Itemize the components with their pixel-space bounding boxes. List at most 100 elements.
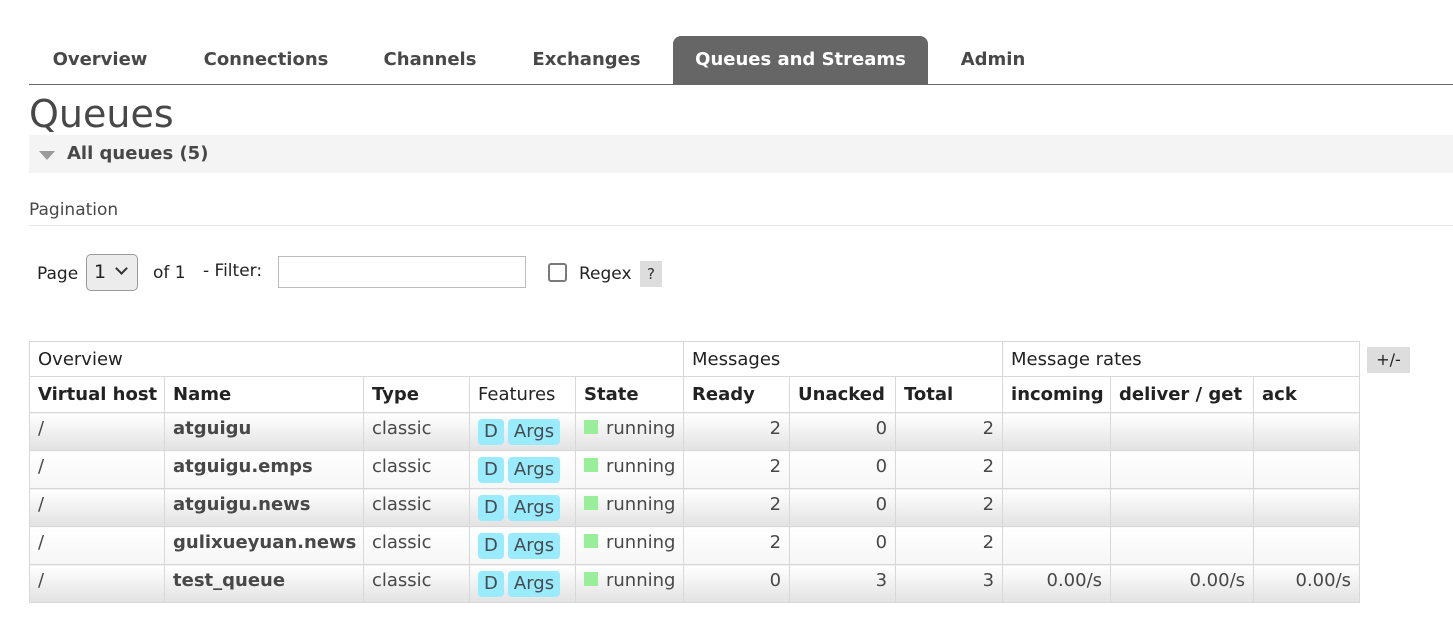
tab-connections[interactable]: Connections [186, 36, 346, 84]
tab-channels[interactable]: Channels [361, 36, 499, 84]
table-row[interactable]: / atguigu classic D Args running 2 0 2 [29, 412, 1361, 451]
cell-ack: 0.00/s [1253, 564, 1361, 603]
table-group-header: Overview Messages Message rates [28, 341, 1361, 377]
cell-unacked: 0 [789, 450, 897, 489]
cell-state: running [574, 488, 685, 527]
pagination-heading: Pagination [29, 200, 119, 220]
cell-total: 2 [895, 412, 1004, 451]
cell-state: running [574, 412, 685, 451]
cell-total: 3 [895, 564, 1004, 603]
group-message-rates: Message rates [1002, 341, 1361, 377]
chevron-down-icon [115, 262, 128, 275]
feature-args-badge: Args [507, 495, 561, 521]
cell-total: 2 [895, 450, 1004, 489]
queue-name-link[interactable]: atguigu.emps [164, 450, 364, 489]
tab-admin[interactable]: Admin [943, 36, 1043, 84]
cell-deliver-get [1110, 526, 1255, 565]
cell-features: D Args [469, 450, 576, 489]
queue-name-link[interactable]: atguigu [164, 412, 364, 451]
state-running-icon [584, 420, 598, 434]
filter-input[interactable] [278, 256, 526, 288]
feature-args-badge: Args [507, 533, 561, 559]
table-row[interactable]: / gulixueyuan.news classic D Args running… [29, 526, 1361, 565]
main-nav: Overview Connections Channels Exchanges … [29, 36, 1453, 85]
col-virtual-host[interactable]: Virtual host [29, 376, 165, 413]
cell-total: 2 [895, 488, 1004, 527]
table-row[interactable]: / atguigu.news classic D Args running 2 0… [29, 488, 1361, 527]
cell-ack [1253, 488, 1361, 527]
page-title: Queues [29, 92, 174, 136]
feature-durable-badge: D [478, 495, 504, 521]
cell-ready: 0 [683, 564, 791, 603]
queue-name-link[interactable]: gulixueyuan.news [164, 526, 364, 565]
col-type[interactable]: Type [363, 376, 470, 413]
cell-type: classic [363, 488, 470, 527]
cell-ack [1253, 412, 1361, 451]
cell-ready: 2 [683, 412, 791, 451]
cell-vhost: / [29, 488, 165, 527]
table-row[interactable]: / test_queue classic D Args running 0 3 3… [29, 564, 1361, 603]
col-total[interactable]: Total [895, 376, 1004, 413]
state-running-icon [584, 458, 598, 472]
state-running-icon [584, 572, 598, 586]
triangle-down-icon [39, 151, 55, 160]
state-text: running [606, 418, 676, 439]
cell-ack [1253, 450, 1361, 489]
cell-ready: 2 [683, 488, 791, 527]
cell-features: D Args [469, 564, 576, 603]
col-name[interactable]: Name [164, 376, 364, 413]
cell-unacked: 0 [789, 526, 897, 565]
table-row[interactable]: / atguigu.emps classic D Args running 2 0… [29, 450, 1361, 489]
col-deliver-get[interactable]: deliver / get [1110, 376, 1255, 413]
tab-exchanges[interactable]: Exchanges [514, 36, 659, 84]
feature-durable-badge: D [478, 457, 504, 483]
tab-overview[interactable]: Overview [29, 36, 171, 84]
cell-vhost: / [29, 564, 165, 603]
cell-unacked: 3 [789, 564, 897, 603]
cell-total: 2 [895, 526, 1004, 565]
cell-type: classic [363, 526, 470, 565]
regex-help-button[interactable]: ? [640, 261, 662, 287]
state-text: running [606, 532, 676, 553]
col-state[interactable]: State [574, 376, 685, 413]
queue-name-link[interactable]: atguigu.news [164, 488, 364, 527]
cell-features: D Args [469, 526, 576, 565]
tab-queues-and-streams[interactable]: Queues and Streams [673, 36, 928, 84]
regex-label: Regex [579, 264, 632, 284]
cell-vhost: / [29, 450, 165, 489]
cell-deliver-get [1110, 488, 1255, 527]
cell-unacked: 0 [789, 412, 897, 451]
all-queues-section-toggle[interactable]: All queues (5) [29, 135, 1453, 173]
feature-durable-badge: D [478, 571, 504, 597]
cell-vhost: / [29, 412, 165, 451]
group-messages: Messages [683, 341, 1004, 377]
state-text: running [606, 570, 676, 591]
column-toggle-button[interactable]: +/- [1367, 347, 1410, 373]
cell-incoming: 0.00/s [1002, 564, 1112, 603]
cell-type: classic [363, 450, 470, 489]
cell-incoming [1002, 526, 1112, 565]
regex-checkbox[interactable] [548, 263, 567, 282]
cell-vhost: / [29, 526, 165, 565]
cell-deliver-get: 0.00/s [1110, 564, 1255, 603]
col-ack[interactable]: ack [1253, 376, 1361, 413]
cell-deliver-get [1110, 412, 1255, 451]
page-select-value: 1 [94, 261, 107, 283]
feature-durable-badge: D [478, 419, 504, 445]
feature-args-badge: Args [507, 571, 561, 597]
cell-incoming [1002, 450, 1112, 489]
cell-state: running [574, 564, 685, 603]
cell-state: running [574, 450, 685, 489]
col-features: Features [469, 376, 576, 413]
divider [29, 225, 1453, 226]
col-ready[interactable]: Ready [683, 376, 791, 413]
state-running-icon [584, 496, 598, 510]
col-incoming[interactable]: incoming [1002, 376, 1112, 413]
state-text: running [606, 494, 676, 515]
col-unacked[interactable]: Unacked [789, 376, 897, 413]
queue-name-link[interactable]: test_queue [164, 564, 364, 603]
cell-ack [1253, 526, 1361, 565]
page-select[interactable]: 1 [86, 254, 138, 291]
cell-incoming [1002, 412, 1112, 451]
cell-unacked: 0 [789, 488, 897, 527]
